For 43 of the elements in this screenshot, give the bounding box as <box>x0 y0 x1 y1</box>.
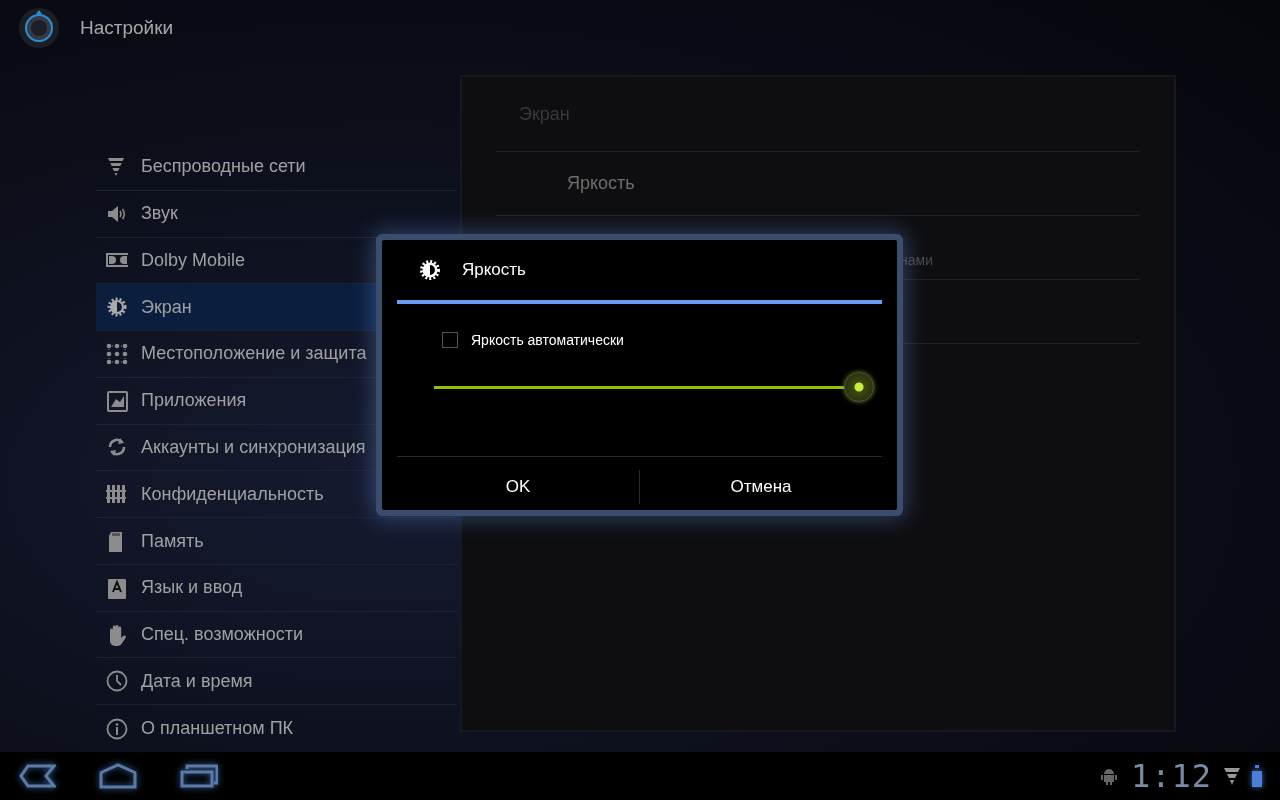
fence-icon <box>106 483 128 506</box>
clock-time: 1:12 <box>1130 757 1212 795</box>
checkbox-label: Яркость автоматически <box>471 332 624 348</box>
sidebar-label: Приложения <box>141 390 247 412</box>
brightness-icon <box>106 296 128 319</box>
sidebar-item[interactable]: Беспроводные сети <box>96 144 457 191</box>
sidebar-label: Память <box>141 530 204 552</box>
sidebar-item[interactable]: Спец. возможности <box>96 611 457 659</box>
sidebar-item[interactable]: Дата и время <box>96 658 457 706</box>
slider-thumb[interactable] <box>844 372 874 402</box>
signal-icon <box>1224 766 1240 786</box>
sidebar-label: Аккаунты и синхронизация <box>141 436 366 458</box>
letter-tile-icon <box>106 576 128 599</box>
battery-icon <box>1252 765 1262 787</box>
sidebar-label: Конфиденциальность <box>141 483 324 505</box>
home-icon[interactable] <box>98 763 138 789</box>
back-icon[interactable] <box>18 764 56 788</box>
recent-apps-icon[interactable] <box>180 764 218 788</box>
sidebar-label: Беспроводные сети <box>141 156 306 178</box>
sidebar-label: Язык и ввод <box>141 577 243 599</box>
sidebar-label: Дата и время <box>141 670 253 692</box>
info-icon <box>106 717 128 740</box>
dot-grid-icon <box>106 342 128 365</box>
clock-icon <box>106 670 128 693</box>
brightness-icon <box>419 259 441 281</box>
sidebar-item[interactable]: Язык и ввод <box>96 564 457 612</box>
sidebar-label: О планшетном ПК <box>141 718 294 740</box>
app-window-icon <box>106 389 128 412</box>
android-icon <box>1098 766 1119 786</box>
preference-title: Яркость <box>567 173 636 194</box>
checkbox[interactable] <box>442 332 458 348</box>
preference-row[interactable]: Яркость <box>496 152 1140 216</box>
app-logo-icon[interactable] <box>18 7 60 49</box>
dialog-button[interactable]: Отмена <box>639 470 882 504</box>
sidebar-label: Экран <box>141 296 192 318</box>
sidebar-label: Dolby Mobile <box>141 249 246 271</box>
dialog-title: Яркость <box>462 260 526 280</box>
app-title: Настройки <box>80 17 174 39</box>
sidebar-label: Местоположение и защита <box>141 343 367 365</box>
sidebar-item[interactable]: О планшетном ПК <box>96 705 457 752</box>
sidebar-label: Спец. возможности <box>141 624 303 646</box>
sidebar-item[interactable]: Память <box>96 518 457 565</box>
sidebar-label: Звук <box>141 203 178 225</box>
